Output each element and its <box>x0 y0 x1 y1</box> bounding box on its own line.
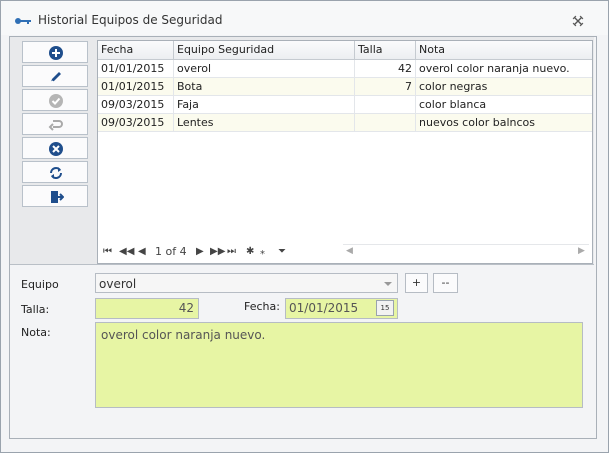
exit-door-icon <box>51 191 64 203</box>
nota-textarea[interactable]: overol color naranja nuevo. <box>95 322 583 408</box>
table-row[interactable]: 09/03/2015 Lentes nuevos color balncos <box>98 114 592 132</box>
plus-circle-icon <box>49 46 63 60</box>
equipo-label: Equipo <box>21 278 59 291</box>
cell-talla: 42 <box>355 60 416 77</box>
next-page-set-icon[interactable]: ▶▶ <box>210 246 225 257</box>
cell-talla: 7 <box>355 78 416 95</box>
horizontal-scrollbar[interactable]: ◀ ▶ <box>343 244 589 261</box>
equipo-value: overol <box>99 277 137 291</box>
fecha-label: Fecha: <box>244 300 280 313</box>
title-bar: Historial Equipos de Seguridad <box>1 1 608 35</box>
add-button[interactable] <box>22 41 88 63</box>
refresh-button[interactable] <box>22 161 88 183</box>
cell-equipo: Faja <box>174 96 355 113</box>
remove-equipo-button[interactable]: -- <box>433 273 458 293</box>
exit-button[interactable] <box>22 185 88 207</box>
window-title: Historial Equipos de Seguridad <box>38 13 223 27</box>
talla-label: Talla: <box>21 303 50 316</box>
table-row[interactable]: 01/01/2015 Bota 7 color negras <box>98 78 592 96</box>
nota-label: Nota: <box>21 326 51 339</box>
refresh-icon <box>50 167 62 179</box>
calendar-icon[interactable]: 15 <box>376 300 394 316</box>
table-row[interactable]: 01/01/2015 overol 42 overol color naranj… <box>98 60 592 78</box>
pencil-icon <box>50 72 61 83</box>
cell-talla <box>355 96 416 113</box>
cell-fecha: 09/03/2015 <box>98 114 174 131</box>
talla-input[interactable]: 42 <box>95 298 199 319</box>
column-header-equipo[interactable]: Equipo Seguridad <box>174 41 355 59</box>
next-page-icon[interactable]: ▶ <box>196 246 204 257</box>
close-icon[interactable] <box>571 14 585 28</box>
cell-equipo: Lentes <box>174 114 355 131</box>
undo-icon <box>48 120 63 131</box>
check-circle-icon <box>49 94 63 108</box>
column-header-fecha[interactable]: Fecha <box>98 41 174 59</box>
equipo-combobox[interactable]: overol <box>95 273 398 293</box>
cell-fecha: 09/03/2015 <box>98 96 174 113</box>
cell-nota: overol color naranja nuevo. <box>419 62 570 75</box>
x-circle-icon <box>49 142 63 156</box>
first-page-icon[interactable]: ⏮ <box>103 246 112 257</box>
chevron-down-icon[interactable] <box>384 282 392 286</box>
cell-nota: color negras <box>419 80 488 93</box>
cell-fecha: 01/01/2015 <box>98 60 174 77</box>
cell-equipo: overol <box>174 60 355 77</box>
cell-talla <box>355 114 416 131</box>
cell-fecha: 01/01/2015 <box>98 78 174 95</box>
undo-button[interactable] <box>22 113 88 135</box>
last-page-icon[interactable]: ⏭ <box>227 246 236 257</box>
save-button[interactable] <box>22 89 88 111</box>
data-grid[interactable]: Fecha Equipo Seguridad Talla Nota 01/01/… <box>97 40 593 264</box>
previous-page-set-icon[interactable]: ◀◀ <box>119 246 134 257</box>
key-icon <box>15 18 31 24</box>
grid-header: Fecha Equipo Seguridad Talla Nota <box>98 41 592 60</box>
delete-button[interactable] <box>22 137 88 159</box>
cell-nota: nuevos color balncos <box>419 116 536 129</box>
append-copy-icon[interactable]: ⁎ <box>260 246 265 257</box>
filter-icon[interactable]: ⏷ <box>278 246 286 257</box>
cell-nota: color blanca <box>419 98 487 111</box>
add-equipo-button[interactable]: + <box>405 273 428 293</box>
previous-page-icon[interactable]: ◀ <box>138 246 146 257</box>
cell-equipo: Bota <box>174 78 355 95</box>
column-header-nota[interactable]: Nota <box>416 41 592 59</box>
scroll-left-icon[interactable]: ◀ <box>346 246 353 256</box>
scroll-right-icon[interactable]: ▶ <box>578 246 585 256</box>
page-position: 1 of 4 <box>155 245 187 258</box>
top-area: Fecha Equipo Seguridad Talla Nota 01/01/… <box>10 37 594 265</box>
table-row[interactable]: 09/03/2015 Faja color blanca <box>98 96 592 114</box>
column-header-talla[interactable]: Talla <box>355 41 416 59</box>
append-icon[interactable]: ✱ <box>246 246 254 257</box>
edit-button[interactable] <box>22 65 88 87</box>
